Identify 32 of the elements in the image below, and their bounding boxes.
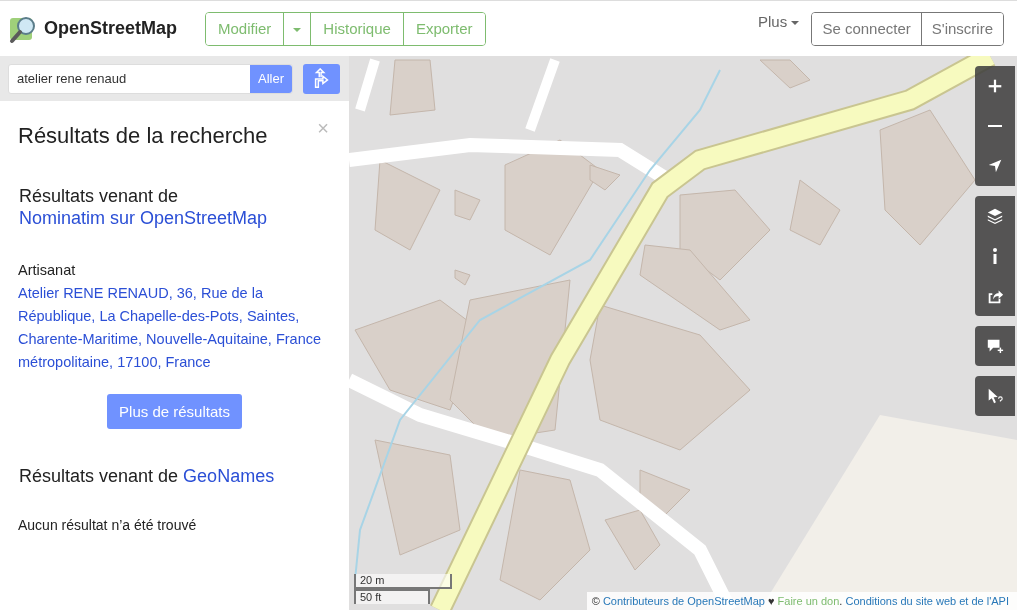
result-link[interactable]: Atelier RENE RENAUD, 36, Rue de la République, La Chapelle-des-Pots, Saintes, Charente-Maritime, Nouvelle-Aquitaine, France métropolitaine, 17100, France [18, 282, 331, 374]
scale-bar: 50 ft [354, 589, 430, 604]
results-title: Résultats de la recherche [18, 123, 268, 149]
building [789, 179, 841, 246]
minus-icon [988, 124, 1002, 128]
search-field[interactable]: atelier rene renaud Aller [8, 63, 293, 94]
attribution-text: © Contributeurs de OpenStreetMap ♥ Faire un don. Conditions du site web et de l'API [586, 592, 1017, 610]
site-title[interactable]: OpenStreetMap [44, 18, 178, 39]
section-heading: Résultats venant de Nominatim sur OpenStreetMap [19, 185, 269, 229]
result-entry: Artisanat Atelier RENE RENAUD, 36, Rue de la République, La Chapelle-des-Pots, Saintes, Charente-Maritime, Nouvelle-Aquitaine, France métropolitaine, 17100, France [18, 259, 331, 374]
map-drawing[interactable] [349, 56, 1017, 610]
layers-icon [986, 207, 1004, 225]
building [759, 59, 811, 89]
building [389, 59, 436, 116]
building [604, 509, 661, 571]
directions-button[interactable] [303, 63, 340, 94]
more-results-button[interactable]: Plus de résultats [107, 394, 242, 429]
source-link[interactable]: Nominatim sur OpenStreetMap [19, 207, 268, 229]
scale-bar: 20 m [354, 574, 452, 589]
section-heading: Résultats venant de GeoNames [19, 465, 276, 487]
comment-plus-icon [986, 337, 1004, 355]
auth-button[interactable]: S'inscrire [920, 12, 1003, 45]
source-link[interactable]: GeoNames [183, 465, 275, 487]
no-results-text: Aucun résultat n’a été trouvé [18, 517, 198, 533]
info-icon [993, 248, 997, 264]
cursor-question-icon [986, 387, 1004, 405]
search-button[interactable]: Aller [250, 64, 292, 93]
contributors-link[interactable]: Contributeurs de OpenStreetMap [602, 595, 765, 607]
more-menu[interactable]: Plus [758, 13, 800, 30]
terms-link[interactable]: Conditions du site web et de l'API [845, 595, 1009, 607]
building [454, 189, 481, 221]
plus-icon [986, 77, 1004, 95]
